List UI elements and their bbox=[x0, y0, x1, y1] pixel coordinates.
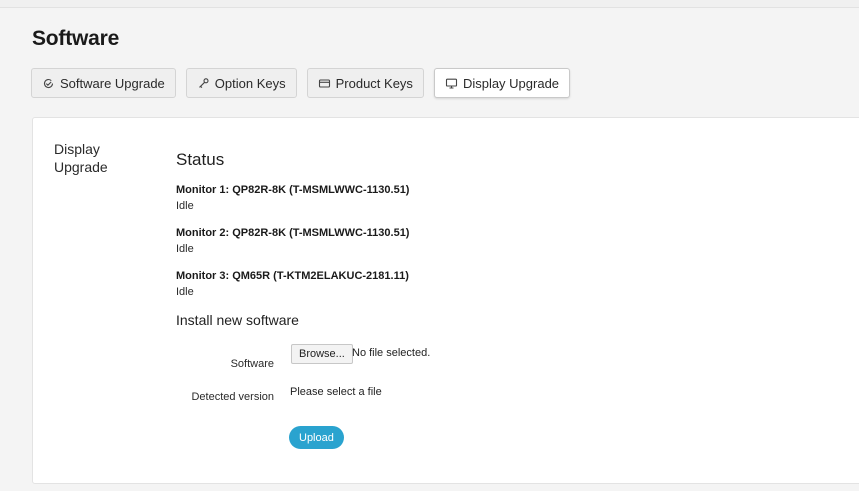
product-key-icon bbox=[318, 77, 331, 90]
monitor-state: Idle bbox=[176, 200, 194, 212]
software-upgrade-icon bbox=[42, 77, 55, 90]
tab-label: Option Keys bbox=[214, 75, 286, 91]
tab-label: Software Upgrade bbox=[60, 75, 165, 91]
status-content: Status Monitor 1: QP82R-8K (T-MSMLWWC-11… bbox=[176, 150, 736, 328]
monitor-item: Monitor 1: QP82R-8K (T-MSMLWWC-1130.51) … bbox=[176, 183, 736, 213]
status-heading: Status bbox=[176, 150, 225, 169]
key-icon bbox=[197, 77, 210, 90]
monitor-item: Monitor 2: QP82R-8K (T-MSMLWWC-1130.51) … bbox=[176, 226, 736, 256]
top-bar bbox=[0, 0, 859, 8]
monitor-state: Idle bbox=[176, 286, 194, 298]
tab-product-keys[interactable]: Product Keys bbox=[306, 68, 424, 98]
monitor-state: Idle bbox=[176, 243, 194, 255]
upload-button[interactable]: Upload bbox=[289, 426, 344, 449]
display-upgrade-panel: Display Upgrade Status Monitor 1: QP82R-… bbox=[32, 117, 859, 484]
section-label: Display Upgrade bbox=[54, 141, 108, 175]
detected-version-label: Detected version bbox=[191, 391, 274, 403]
tab-label: Product Keys bbox=[335, 75, 413, 91]
detected-version-value: Please select a file bbox=[290, 386, 382, 398]
display-icon bbox=[445, 77, 458, 90]
monitor-name: Monitor 1: QP82R-8K (T-MSMLWWC-1130.51) bbox=[176, 184, 410, 196]
install-heading: Install new software bbox=[176, 312, 299, 328]
page-title: Software bbox=[32, 27, 120, 50]
tab-option-keys[interactable]: Option Keys bbox=[185, 68, 297, 98]
tab-software-upgrade[interactable]: Software Upgrade bbox=[31, 68, 176, 98]
tab-display-upgrade[interactable]: Display Upgrade bbox=[433, 68, 571, 98]
software-label: Software bbox=[230, 358, 274, 370]
file-status: No file selected. bbox=[352, 347, 431, 359]
monitor-name: Monitor 3: QM65R (T-KTM2ELAKUC-2181.11) bbox=[176, 270, 409, 282]
monitor-name: Monitor 2: QP82R-8K (T-MSMLWWC-1130.51) bbox=[176, 227, 410, 239]
browse-button[interactable]: Browse... bbox=[291, 344, 353, 364]
tab-label: Display Upgrade bbox=[462, 75, 560, 91]
monitor-item: Monitor 3: QM65R (T-KTM2ELAKUC-2181.11) … bbox=[176, 269, 736, 299]
tab-bar: Software Upgrade Option Keys Product Key… bbox=[31, 68, 571, 100]
